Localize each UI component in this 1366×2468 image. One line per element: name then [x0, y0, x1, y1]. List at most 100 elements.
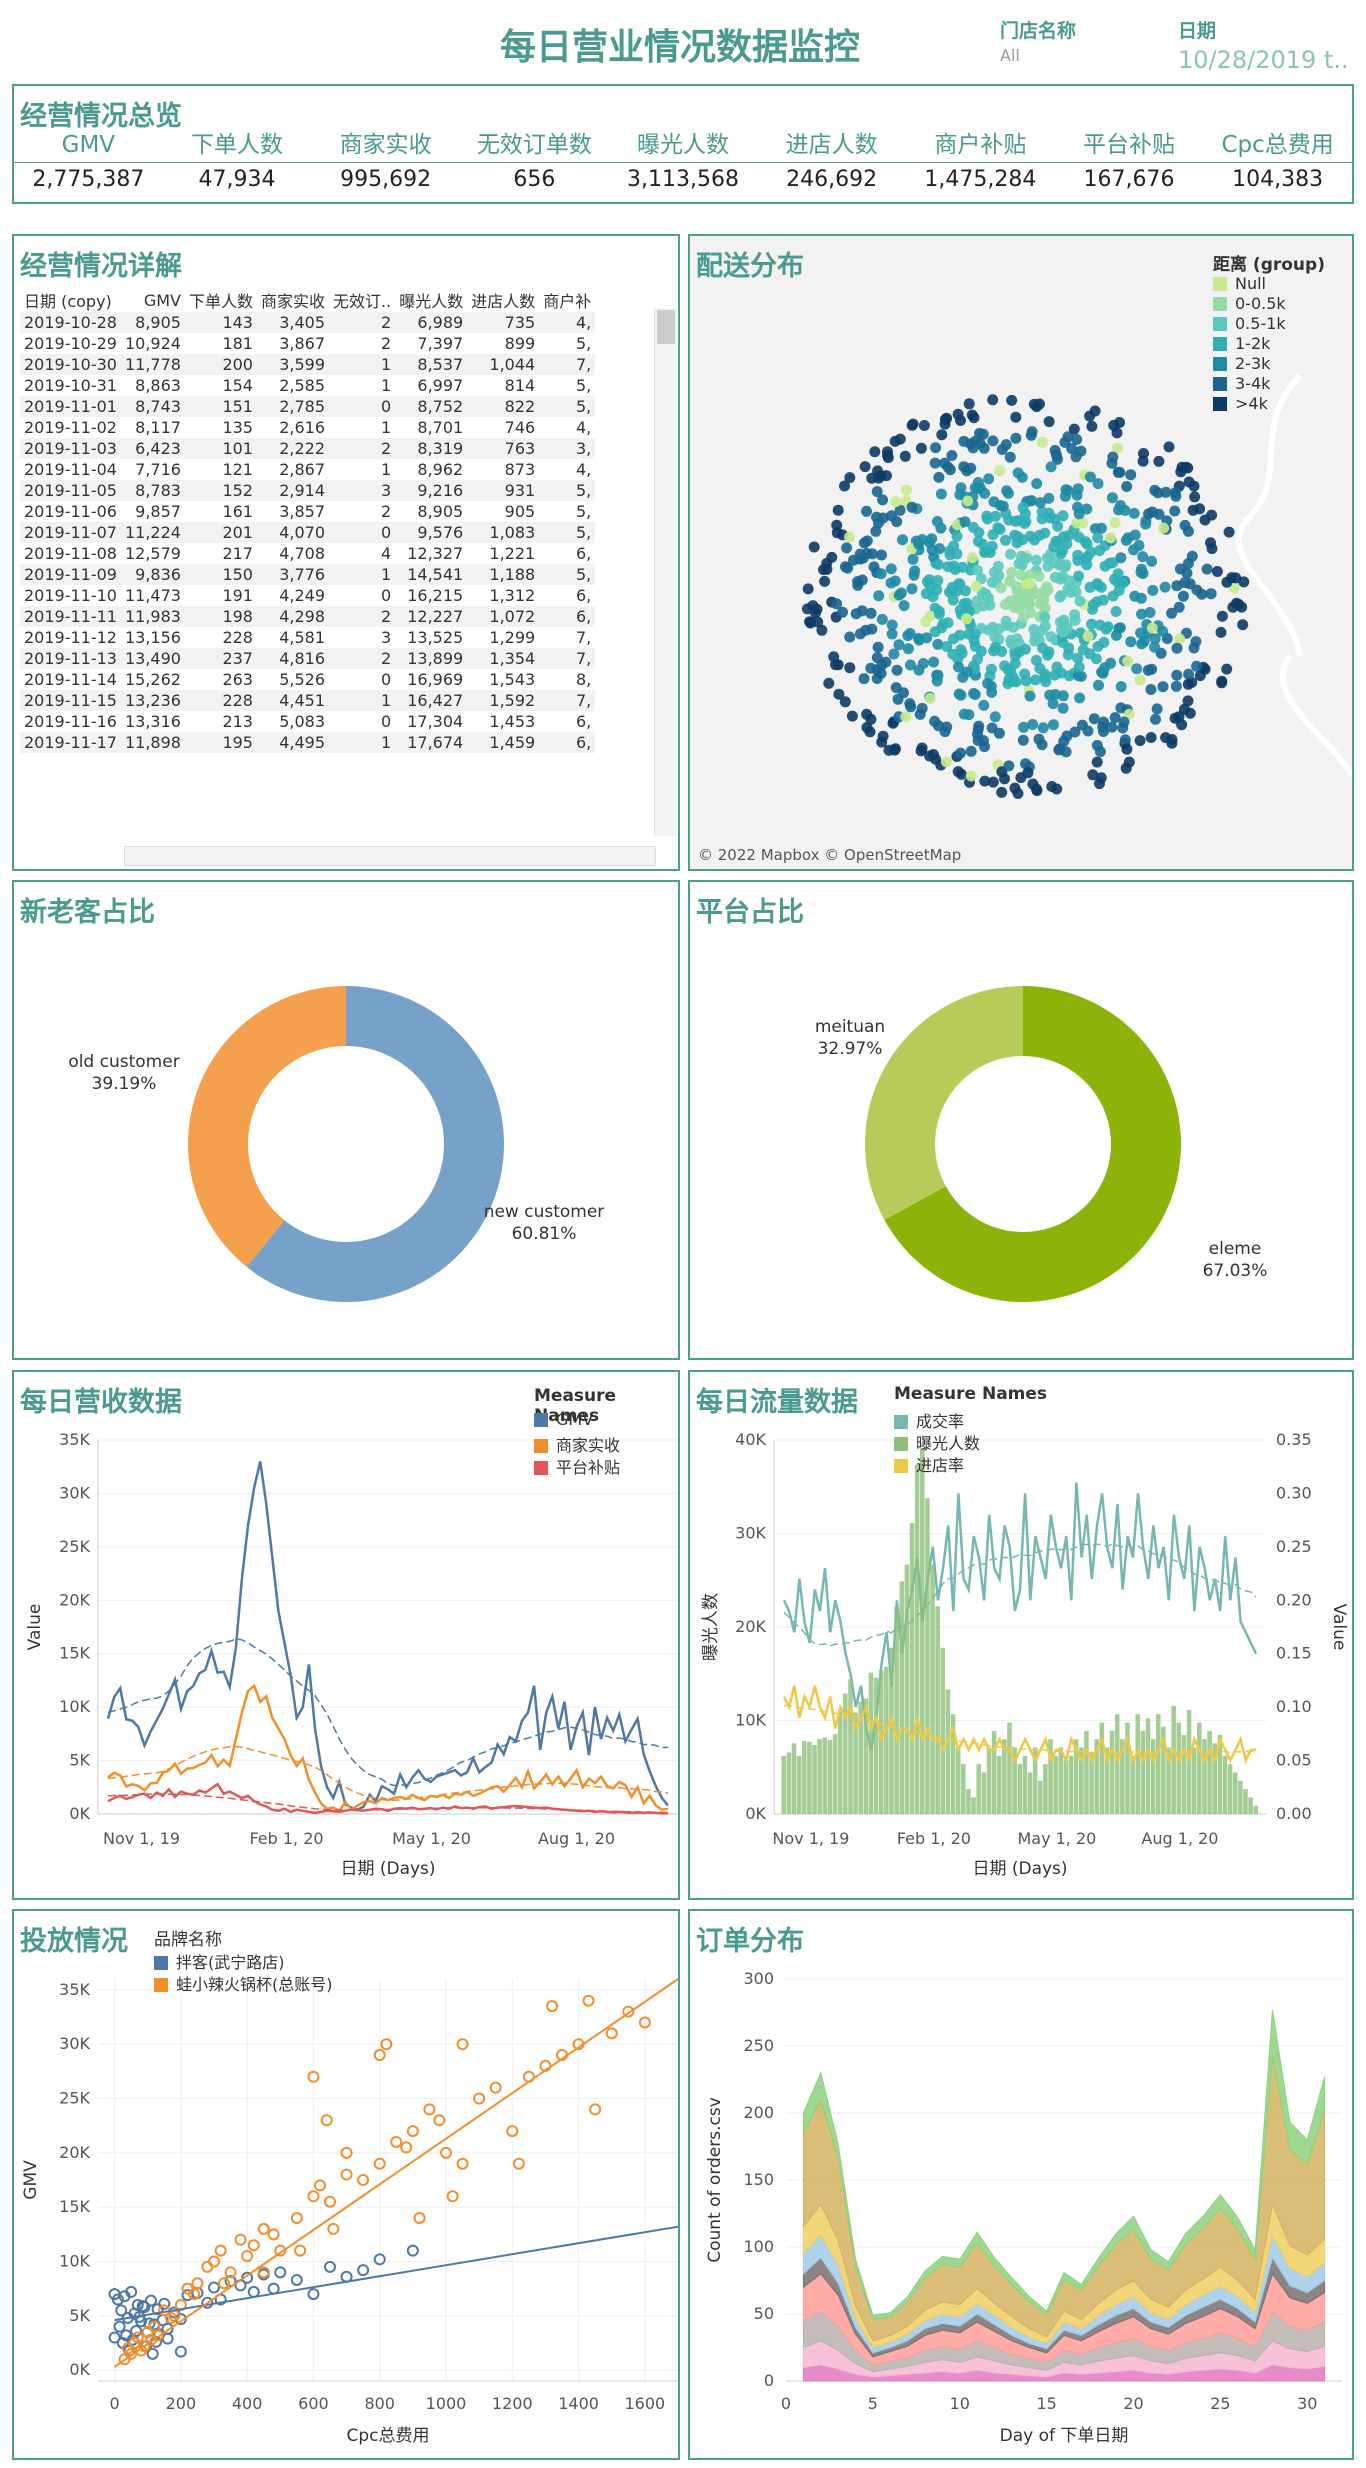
- delivery-point[interactable]: [953, 688, 965, 700]
- delivery-point[interactable]: [929, 715, 941, 727]
- store-filter-value[interactable]: All: [1000, 46, 1020, 65]
- delivery-point[interactable]: [898, 600, 910, 612]
- delivery-point[interactable]: [1179, 519, 1191, 531]
- delivery-point[interactable]: [861, 722, 873, 733]
- delivery-point[interactable]: [1039, 585, 1050, 597]
- delivery-point[interactable]: [966, 552, 978, 564]
- delivery-point[interactable]: [928, 656, 940, 668]
- scatter-point[interactable]: [257, 2222, 270, 2235]
- delivery-point[interactable]: [902, 630, 914, 642]
- delivery-point[interactable]: [850, 608, 862, 620]
- scatter-point[interactable]: [290, 2273, 303, 2286]
- delivery-point[interactable]: [1119, 734, 1131, 746]
- delivery-point[interactable]: [944, 545, 956, 557]
- delivery-point[interactable]: [972, 483, 984, 495]
- delivery-point[interactable]: [914, 708, 926, 720]
- delivery-point[interactable]: [1081, 551, 1093, 563]
- delivery-point[interactable]: [854, 628, 866, 640]
- delivery-point[interactable]: [1140, 518, 1152, 530]
- delivery-point[interactable]: [859, 461, 871, 473]
- delivery-point[interactable]: [1001, 485, 1013, 497]
- table-row[interactable]: 2019-11-05 8,783 152 2,914 3 9,216 931 5,: [20, 480, 596, 501]
- table-row[interactable]: 2019-10-31 8,863 154 2,585 1 6,997 814 5,: [20, 375, 595, 396]
- delivery-point[interactable]: [940, 756, 952, 768]
- delivery-point[interactable]: [1216, 675, 1228, 687]
- bar[interactable]: [909, 1523, 915, 1814]
- delivery-point[interactable]: [1047, 698, 1059, 710]
- delivery-point[interactable]: [969, 628, 981, 640]
- delivery-point[interactable]: [866, 623, 878, 635]
- delivery-point[interactable]: [1099, 662, 1111, 674]
- delivery-point[interactable]: [1040, 676, 1052, 688]
- bar[interactable]: [1007, 1722, 1012, 1814]
- bar[interactable]: [817, 1739, 822, 1814]
- delivery-point[interactable]: [963, 709, 975, 721]
- delivery-point[interactable]: [811, 603, 823, 615]
- table-row[interactable]: 2019-10-29 10,924 181 3,867 2 7,397 899 5,: [20, 333, 595, 354]
- delivery-point[interactable]: [1028, 624, 1040, 635]
- scatter-point[interactable]: [413, 2212, 426, 2225]
- column-header[interactable]: 商家实收: [257, 288, 329, 312]
- bar[interactable]: [807, 1741, 812, 1814]
- delivery-point[interactable]: [1062, 485, 1074, 497]
- delivery-point[interactable]: [1045, 461, 1057, 473]
- delivery-point[interactable]: [942, 461, 954, 473]
- delivery-point[interactable]: [1050, 449, 1062, 461]
- bar[interactable]: [1232, 1772, 1238, 1814]
- column-header[interactable]: 无效订..: [329, 288, 395, 312]
- series-line[interactable]: [782, 1482, 1258, 1751]
- bar[interactable]: [935, 1606, 940, 1814]
- delivery-point[interactable]: [1223, 526, 1235, 538]
- delivery-point[interactable]: [1061, 621, 1073, 633]
- delivery-point[interactable]: [966, 409, 978, 421]
- delivery-point[interactable]: [1106, 492, 1118, 504]
- legend-item[interactable]: >4k: [1213, 394, 1286, 414]
- delivery-point[interactable]: [993, 727, 1005, 739]
- delivery-point[interactable]: [1100, 623, 1112, 635]
- bar[interactable]: [801, 1740, 807, 1814]
- delivery-point[interactable]: [882, 452, 894, 464]
- delivery-point[interactable]: [1169, 712, 1181, 724]
- scatter-point[interactable]: [146, 2347, 159, 2360]
- delivery-point[interactable]: [1163, 441, 1175, 453]
- delivery-point[interactable]: [1120, 762, 1132, 774]
- delivery-point[interactable]: [1017, 734, 1029, 746]
- table-row[interactable]: 2019-11-07 11,224 201 4,070 0 9,576 1,083 5,: [20, 522, 596, 543]
- delivery-point[interactable]: [1145, 732, 1157, 743]
- delivery-point[interactable]: [906, 583, 918, 595]
- delivery-point[interactable]: [1015, 772, 1027, 784]
- delivery-point[interactable]: [861, 535, 873, 547]
- column-header[interactable]: 曝光人数: [395, 288, 467, 312]
- delivery-point[interactable]: [1016, 471, 1028, 483]
- delivery-point[interactable]: [898, 687, 909, 699]
- bar[interactable]: [791, 1743, 797, 1814]
- delivery-point[interactable]: [1174, 633, 1186, 645]
- column-header[interactable]: 进店人数: [467, 288, 539, 312]
- pie-slice[interactable]: [865, 986, 1023, 1220]
- delivery-point[interactable]: [989, 631, 1001, 643]
- scatter-point[interactable]: [217, 2277, 230, 2290]
- delivery-point[interactable]: [1215, 626, 1227, 638]
- scatter-point[interactable]: [208, 2281, 220, 2294]
- delivery-point[interactable]: [1046, 781, 1058, 792]
- legend-item[interactable]: 1-2k: [1213, 334, 1286, 354]
- delivery-point[interactable]: [1010, 580, 1022, 592]
- delivery-point[interactable]: [1093, 679, 1104, 691]
- delivery-point[interactable]: [893, 639, 905, 651]
- table-row[interactable]: 2019-11-15 13,236 228 4,451 1 16,427 1,592 7,: [20, 690, 596, 711]
- scatter-point[interactable]: [357, 2264, 370, 2277]
- column-header[interactable]: 商户补: [539, 288, 595, 312]
- delivery-point[interactable]: [1107, 451, 1119, 463]
- bar[interactable]: [925, 1498, 930, 1814]
- delivery-point[interactable]: [1039, 527, 1051, 539]
- bar[interactable]: [996, 1755, 1002, 1814]
- delivery-point[interactable]: [995, 582, 1007, 594]
- scatter-point[interactable]: [340, 2168, 353, 2181]
- legend-item[interactable]: 成交率: [894, 1408, 980, 1431]
- delivery-point[interactable]: [1104, 557, 1116, 569]
- bar[interactable]: [945, 1689, 951, 1814]
- delivery-point[interactable]: [924, 580, 936, 592]
- delivery-point[interactable]: [833, 688, 845, 700]
- bar[interactable]: [971, 1797, 976, 1814]
- table-row[interactable]: 2019-11-10 11,473 191 4,249 0 16,215 1,312 6,: [20, 585, 595, 606]
